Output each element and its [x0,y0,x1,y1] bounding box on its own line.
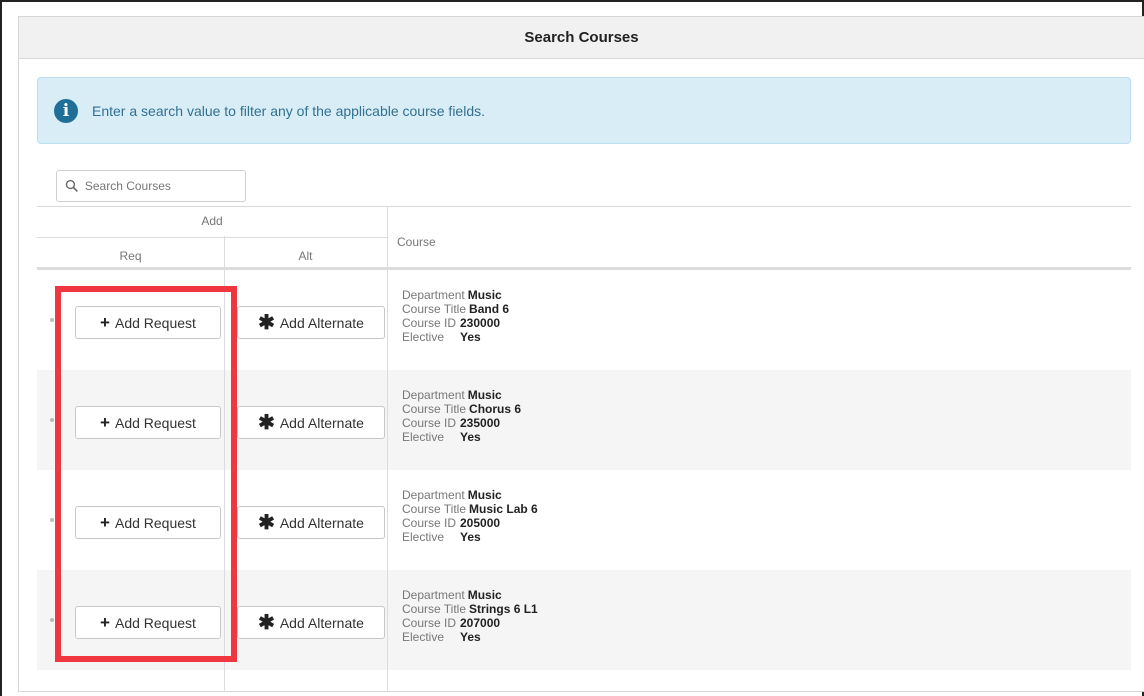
add-alternate-label: Add Alternate [279,314,364,331]
table-row: + Add Request ✱ Add Alternate Department… [37,270,1131,370]
course-info: Department Music Course Title Music Lab 6 … [402,488,538,544]
search-courses-panel: Search Courses i Enter a search value to… [18,16,1144,692]
course-id-label: Course ID [402,316,457,330]
table-header: Add Req Alt Course [37,206,1131,270]
elective-label: Elective [402,330,445,344]
department-value: Music [467,588,502,602]
elective-value: Yes [460,330,481,344]
course-id-label: Course ID [402,616,457,630]
course-id-label: Course ID [402,416,457,430]
elective-label: Elective [402,430,445,444]
plus-icon: + [100,613,110,632]
plus-icon: + [100,513,110,532]
add-alternate-button[interactable]: ✱ Add Alternate [237,306,385,339]
header-course: Course [397,235,436,249]
asterisk-icon: ✱ [258,511,275,534]
add-alternate-button[interactable]: ✱ Add Alternate [237,406,385,439]
header-alt: Alt [298,249,313,263]
course-id-value: 207000 [460,616,501,630]
plus-icon: + [100,313,110,332]
search-box[interactable] [56,170,246,202]
elective-value: Yes [460,630,481,644]
department-label: Department [402,288,465,302]
panel-header: Search Courses [19,17,1144,59]
department-value: Music [467,488,502,502]
row-handle [50,618,54,622]
asterisk-icon: ✱ [258,411,275,434]
elective-value: Yes [460,430,481,444]
department-value: Music [467,288,502,302]
info-icon: i [54,98,78,123]
panel-title: Search Courses [524,29,639,46]
course-title-label: Course Title [402,302,467,316]
course-title-value: Music Lab 6 [469,502,538,516]
row-handle [50,518,54,522]
column-divider-req-alt [224,236,225,692]
course-title-value: Band 6 [469,302,510,316]
course-title-label: Course Title [402,602,467,616]
table-row: + Add Request ✱ Add Alternate Department… [37,370,1131,470]
table-row: + Add Request ✱ Add Alternate Department… [37,570,1131,670]
course-title-label: Course Title [402,502,467,516]
row-handle [50,418,54,422]
course-info: Department Music Course Title Chorus 6 Cou… [402,388,521,444]
course-id-value: 235000 [460,416,501,430]
courses-table: Add Req Alt Course + Add Request ✱ Add A… [37,206,1131,692]
course-id-label: Course ID [402,516,457,530]
course-id-value: 205000 [460,516,501,530]
course-info: Department Music Course Title Band 6 Cours… [402,288,509,344]
add-alternate-label: Add Alternate [279,414,364,431]
department-label: Department [402,588,465,602]
add-request-button[interactable]: + Add Request [75,506,221,539]
header-divider [37,237,387,238]
department-label: Department [402,388,465,402]
add-request-label: Add Request [114,514,196,531]
add-request-label: Add Request [114,614,196,631]
search-input[interactable] [82,178,245,194]
add-request-button[interactable]: + Add Request [75,306,221,339]
department-label: Department [402,488,465,502]
asterisk-icon: ✱ [258,611,275,634]
add-alternate-label: Add Alternate [279,614,364,631]
course-info: Department Music Course Title Strings 6 L1… [402,588,538,644]
asterisk-icon: ✱ [258,311,275,334]
column-divider-course [387,206,388,692]
add-alternate-button[interactable]: ✱ Add Alternate [237,506,385,539]
course-title-label: Course Title [402,402,467,416]
department-value: Music [467,388,502,402]
alert-text: Enter a search value to filter any of th… [92,102,485,119]
add-request-label: Add Request [114,414,196,431]
elective-value: Yes [460,530,481,544]
add-request-button[interactable]: + Add Request [75,406,221,439]
course-title-value: Strings 6 L1 [469,602,538,616]
header-req: Req [119,249,142,263]
course-id-value: 230000 [460,316,501,330]
add-request-button[interactable]: + Add Request [75,606,221,639]
elective-label: Elective [402,530,445,544]
table-row: + Add Request ✱ Add Alternate Department… [37,470,1131,570]
add-request-label: Add Request [114,314,196,331]
elective-label: Elective [402,630,445,644]
add-alternate-button[interactable]: ✱ Add Alternate [237,606,385,639]
add-alternate-label: Add Alternate [279,514,364,531]
info-alert: i Enter a search value to filter any of … [37,77,1131,144]
search-icon [65,179,78,192]
header-add: Add [201,214,223,228]
course-title-value: Chorus 6 [469,402,522,416]
plus-icon: + [100,413,110,432]
row-handle [50,318,54,322]
